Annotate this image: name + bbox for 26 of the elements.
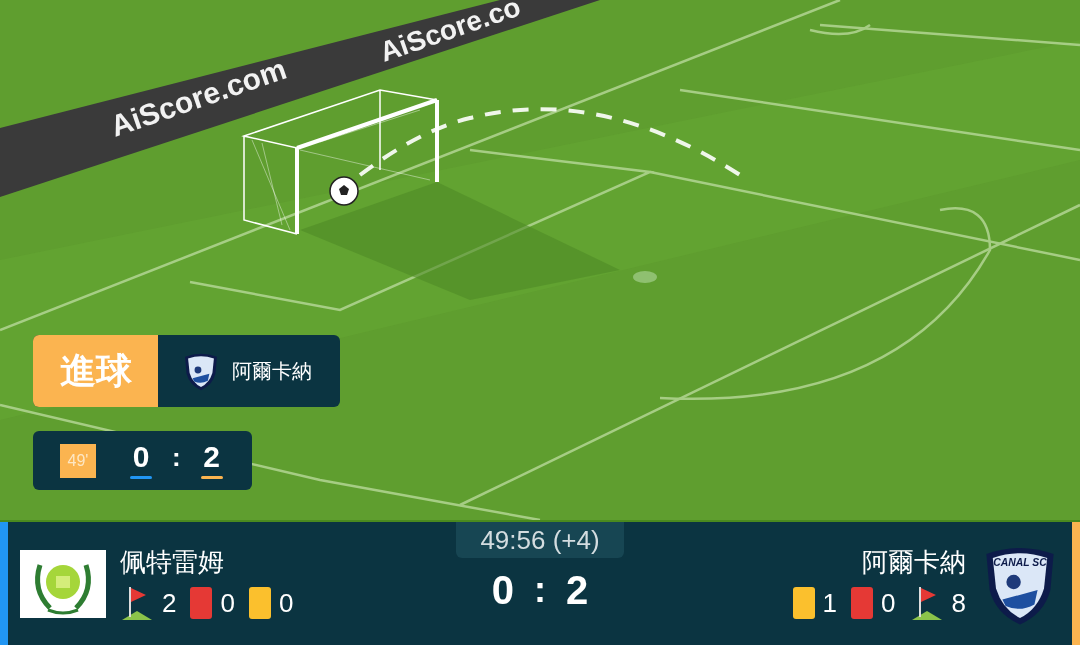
caution-card-icon (248, 586, 271, 619)
home-score: 0 (491, 570, 514, 610)
away-underline (200, 476, 223, 479)
stat-count: 1 (822, 589, 838, 616)
score-separator: : (534, 572, 546, 608)
team-crest-logo (182, 351, 220, 391)
stat-count: 0 (220, 589, 235, 616)
match-clock: 49:56 (+4) (456, 522, 624, 558)
home-goals: 0 (132, 442, 150, 472)
stat-count: 0 (881, 589, 896, 616)
away-team-name: 阿爾卡納 (862, 546, 966, 579)
home-underline (130, 476, 152, 479)
away-score: 2 (566, 570, 589, 610)
minute-badge: 49' (60, 443, 96, 478)
stat-count: 8 (951, 589, 966, 616)
event-label: 進球 (33, 335, 158, 407)
score-separator: : (172, 443, 181, 470)
stat-count: 0 (278, 589, 294, 616)
corner-flag-icon (120, 584, 154, 621)
caution-card-icon (792, 586, 815, 619)
sending-off-card-icon (190, 586, 213, 619)
home-team-name: 佩特雷姆 (120, 546, 225, 579)
stat-count: 2 (162, 589, 177, 616)
sending-off-card-icon (851, 586, 874, 619)
event-team-name: 阿爾卡納 (232, 359, 312, 384)
away-goals: 2 (203, 442, 220, 472)
